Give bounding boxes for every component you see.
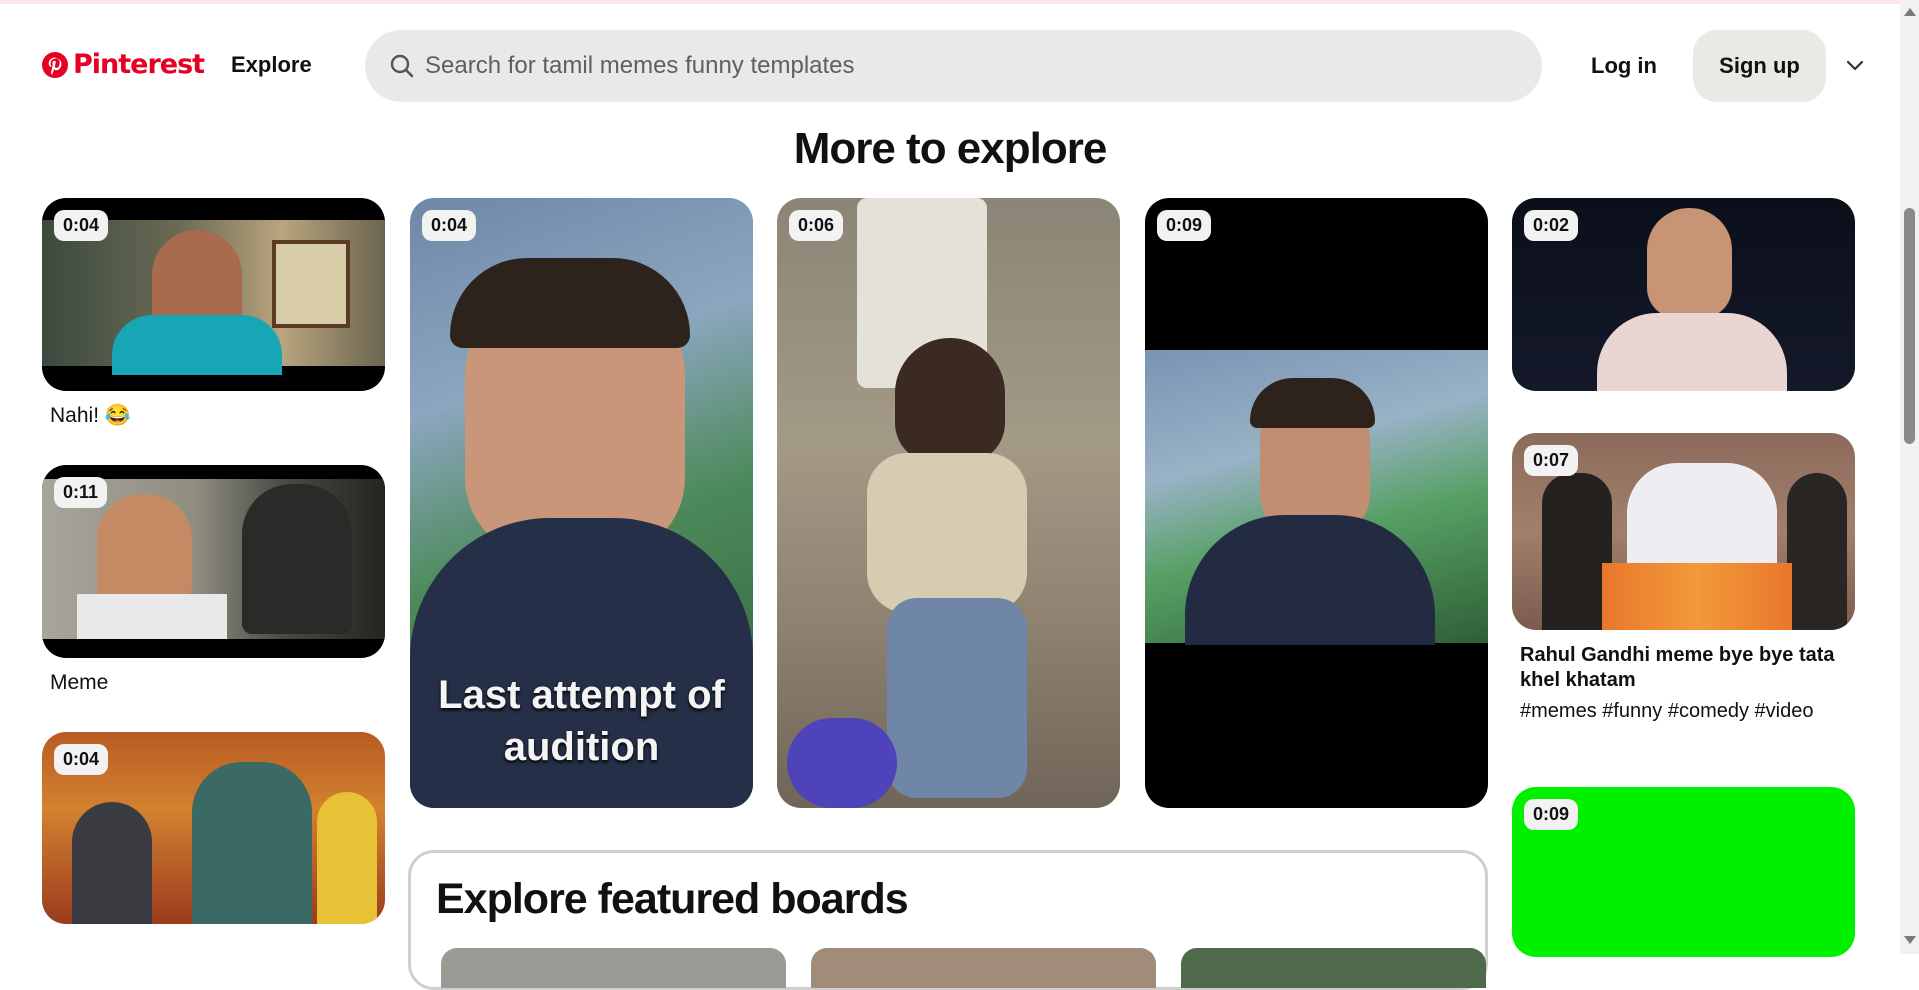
pin-video[interactable]: 0:09 <box>1512 787 1855 957</box>
board-thumbnail[interactable] <box>1181 948 1486 988</box>
duration-badge: 0:09 <box>1157 210 1212 241</box>
pin-title[interactable]: Rahul Gandhi meme bye bye tata khel khat… <box>1520 643 1850 693</box>
brand-name: Pinterest <box>73 49 205 80</box>
pin-video[interactable]: 0:09 <box>1145 198 1488 808</box>
pinterest-logo[interactable]: Pinterest <box>41 49 205 80</box>
duration-badge: 0:04 <box>54 744 109 775</box>
scroll-down-arrow-icon[interactable] <box>1904 936 1916 944</box>
pin-video[interactable]: 0:11 <box>42 465 385 658</box>
pin-video[interactable]: 0:06 <box>777 198 1120 808</box>
chevron-down-icon[interactable] <box>1845 58 1865 74</box>
scroll-up-arrow-icon[interactable] <box>1904 8 1916 16</box>
person-shape <box>192 762 312 924</box>
duration-badge: 0:11 <box>54 477 108 508</box>
duration-badge: 0:07 <box>1524 445 1579 476</box>
search-placeholder: Search for <box>425 52 536 79</box>
board-thumbnail[interactable] <box>441 948 786 988</box>
pin-video[interactable]: 0:04 <box>42 732 385 924</box>
nav-explore-link[interactable]: Explore <box>231 52 312 78</box>
pin-video[interactable]: 0:07 <box>1512 433 1855 630</box>
podium-banner <box>1602 563 1792 630</box>
search-bar[interactable]: Search for tamil memes funny templates <box>365 30 1542 102</box>
pin-video[interactable]: 0:02 <box>1512 198 1855 391</box>
shirt-shape <box>1597 313 1787 391</box>
featured-boards-card: Explore featured boards <box>408 850 1488 990</box>
pin-caption[interactable]: Meme <box>50 671 108 695</box>
face-shape <box>1647 208 1732 318</box>
search-icon <box>390 54 414 78</box>
top-accent-line <box>0 0 1900 4</box>
jeans-shape <box>887 598 1027 798</box>
pin-caption[interactable]: Nahi! 😂 <box>50 404 131 428</box>
video-thumbnail <box>42 220 385 375</box>
shirt-shape <box>867 453 1027 613</box>
duration-badge: 0:06 <box>789 210 844 241</box>
overlay-text-line2: audition <box>503 725 660 769</box>
duration-badge: 0:09 <box>1524 799 1579 830</box>
video-thumbnail <box>1145 350 1488 645</box>
signup-button[interactable]: Sign up <box>1693 30 1826 102</box>
board-thumbnail[interactable] <box>811 948 1156 988</box>
featured-boards-title: Explore featured boards <box>436 875 909 923</box>
pin-video[interactable]: Last attempt of audition 0:04 <box>410 198 753 808</box>
hair-shape <box>450 258 690 348</box>
duration-badge: 0:04 <box>54 210 109 241</box>
pin-tags: #memes #funny #comedy #video <box>1520 700 1814 722</box>
section-title: More to explore <box>793 124 1108 173</box>
duration-badge: 0:02 <box>1524 210 1579 241</box>
overlay-text-line1: Last attempt of <box>438 673 725 717</box>
scrollbar[interactable] <box>1900 0 1919 954</box>
search-query: tamil memes funny templates <box>542 52 855 79</box>
face-shape <box>895 338 1005 463</box>
pinterest-logo-icon <box>42 51 68 78</box>
search-input[interactable]: Search for tamil memes funny templates <box>425 52 855 80</box>
person-shape <box>72 802 152 924</box>
person-shape <box>1787 473 1847 630</box>
duration-badge: 0:04 <box>422 210 477 241</box>
basket-shape <box>787 718 897 808</box>
scrollbar-thumb[interactable] <box>1904 208 1915 444</box>
login-button[interactable]: Log in <box>1591 53 1657 79</box>
pin-video[interactable]: 0:04 <box>42 198 385 391</box>
person-shape <box>317 792 377 924</box>
